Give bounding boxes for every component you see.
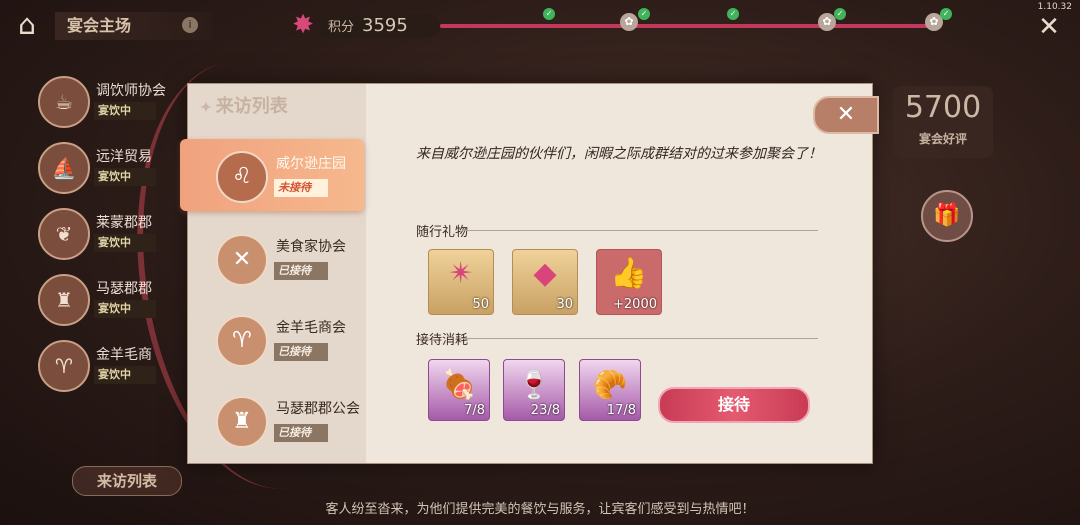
visitor-item-golden-fleece[interactable]: ♈ 金羊毛商会 已接待 xyxy=(194,303,360,375)
dialog-title: ✦ 来访列表 xyxy=(200,96,288,117)
gift-qty: 30 xyxy=(556,297,573,312)
version-label: 1.10.32 xyxy=(1037,2,1072,12)
visitor-sidebar: ✦ 来访列表 ♌ 威尔逊庄园 未接待 ✕ 美食家协会 已接待 ♈ 金羊毛商会 已接… xyxy=(180,84,366,463)
banquet-rating-label: 宴会好评 xyxy=(918,132,967,146)
castle-icon: ♜ xyxy=(216,396,268,448)
society-emblem-icon: ❦ xyxy=(38,208,90,260)
roast-meat-plate-icon: 🍖 xyxy=(441,368,477,401)
bottom-hint-text: 客人纷至沓来，为他们提供完美的餐饮与服务，让宾客们感受到与热情吧！ xyxy=(325,502,755,517)
society-item[interactable]: ♜ 马瑟郡郡 宴饮中 xyxy=(38,272,198,338)
gift-item[interactable]: ✴ 50 xyxy=(428,249,494,315)
cost-label: 接待消耗 xyxy=(416,333,469,348)
visitor-name: 威尔逊庄园 xyxy=(276,156,346,172)
ram-icon: ♈ xyxy=(216,315,268,367)
visitor-item-masser[interactable]: ♜ 马瑟郡郡公会 已接待 xyxy=(194,384,360,456)
milestone-check-icon: ✓ xyxy=(940,8,952,20)
cost-divider xyxy=(462,338,818,339)
society-item[interactable]: ⛵ 远洋贸易 宴饮中 xyxy=(38,140,198,206)
gift-box-icon[interactable]: 🎁 xyxy=(921,190,973,242)
thumbs-up-icon: 👍 xyxy=(610,256,648,291)
visitor-status-badge: 已接待 xyxy=(274,424,328,442)
society-status-badge: 宴饮中 xyxy=(94,300,156,318)
society-name: 远洋贸易 xyxy=(96,149,152,165)
gift-item[interactable]: 👍 +2000 xyxy=(596,249,662,315)
society-status-badge: 宴饮中 xyxy=(94,366,156,384)
milestone-node[interactable]: ✿ xyxy=(620,13,638,31)
close-corner-icon[interactable]: ✕ xyxy=(1034,12,1064,42)
society-emblem-icon: ☕ xyxy=(38,76,90,128)
society-name: 莱蒙郡郡 xyxy=(96,215,152,231)
info-icon[interactable]: i xyxy=(182,17,198,33)
visitor-status-badge: 已接待 xyxy=(274,343,328,361)
visitor-item-wilson[interactable]: ♌ 威尔逊庄园 未接待 xyxy=(180,139,364,211)
ship-icon: ⛵ xyxy=(38,142,90,194)
gift-item[interactable]: ◆ 30 xyxy=(512,249,578,315)
society-list: ☕ 调饮师协会 宴饮中 ⛵ 远洋贸易 宴饮中 ❦ 莱蒙郡郡 宴饮中 ♜ 马瑟郡郡… xyxy=(38,74,198,404)
cost-qty: 7/8 xyxy=(464,403,485,418)
society-item[interactable]: ♈ 金羊毛商 宴饮中 xyxy=(38,338,198,404)
sparkle-icon: ✦ xyxy=(200,100,212,116)
receive-button[interactable]: 接待 xyxy=(658,387,810,423)
society-name: 金羊毛商 xyxy=(96,347,152,363)
society-name: 调饮师协会 xyxy=(96,83,166,99)
society-item[interactable]: ☕ 调饮师协会 宴饮中 xyxy=(38,74,198,140)
banquet-rating-panel: 5700 宴会好评 xyxy=(893,86,993,158)
visitor-description: 来自威尔逊庄园的伙伴们，闲暇之际成群结对的过来参加聚会了！ xyxy=(416,146,822,162)
cost-item[interactable]: 🥐 17/8 xyxy=(579,359,641,421)
visit-list-button[interactable]: 来访列表 xyxy=(72,466,182,496)
score-progress-fill xyxy=(440,24,930,28)
score-value: 3595 xyxy=(362,15,408,36)
cost-qty: 17/8 xyxy=(606,403,636,418)
visitor-item-gourmet[interactable]: ✕ 美食家协会 已接待 xyxy=(194,222,360,294)
castle-icon: ♜ xyxy=(38,274,90,326)
milestone-check-icon: ✓ xyxy=(727,8,739,20)
visitor-name: 美食家协会 xyxy=(276,239,346,255)
pastry-tray-icon: 🥐 xyxy=(592,368,628,401)
visitor-name: 马瑟郡郡公会 xyxy=(276,401,360,417)
milestone-check-icon: ✓ xyxy=(543,8,555,20)
milestone-check-icon: ✓ xyxy=(834,8,846,20)
score-label: 积分 xyxy=(328,20,355,35)
cost-qty: 23/8 xyxy=(530,403,560,418)
ram-icon: ♈ xyxy=(38,340,90,392)
society-item[interactable]: ❦ 莱蒙郡郡 宴饮中 xyxy=(38,206,198,272)
close-star-icon: ✕ xyxy=(836,102,856,127)
cost-item[interactable]: 🍖 7/8 xyxy=(428,359,490,421)
score-progress-track xyxy=(440,24,940,28)
cost-item[interactable]: 🍷 23/8 xyxy=(503,359,565,421)
society-name: 马瑟郡郡 xyxy=(96,281,152,297)
visitor-name: 金羊毛商会 xyxy=(276,320,346,336)
pink-star-gem-icon: ✴ xyxy=(448,256,474,291)
lion-crest-icon: ♌ xyxy=(216,151,268,203)
red-cocktail-icon: 🍷 xyxy=(516,368,552,401)
visitor-status-badge: 已接待 xyxy=(274,262,328,280)
fork-knife-icon: ✕ xyxy=(216,234,268,286)
gifts-divider xyxy=(462,230,818,231)
home-icon[interactable]: ⌂ xyxy=(10,8,44,42)
pink-diamond-star-icon: ◆ xyxy=(533,256,557,291)
gift-qty: 50 xyxy=(472,297,489,312)
visit-list-dialog: ✦ 来访列表 ♌ 威尔逊庄园 未接待 ✕ 美食家协会 已接待 ♈ 金羊毛商会 已接… xyxy=(180,83,879,464)
dialog-close-button[interactable]: ✕ xyxy=(813,96,879,134)
gifts-label: 随行礼物 xyxy=(416,225,469,240)
score-emblem-icon: ✸ xyxy=(292,10,314,40)
gift-qty: +2000 xyxy=(613,297,657,312)
milestone-check-icon: ✓ xyxy=(638,8,650,20)
banquet-rating-value: 5700 xyxy=(904,90,982,125)
society-status-badge: 宴饮中 xyxy=(94,102,156,120)
society-status-badge: 宴饮中 xyxy=(94,168,156,186)
society-status-badge: 宴饮中 xyxy=(94,234,156,252)
score-display: 积分 3595 xyxy=(318,14,440,38)
visitor-status-badge: 未接待 xyxy=(274,179,328,197)
